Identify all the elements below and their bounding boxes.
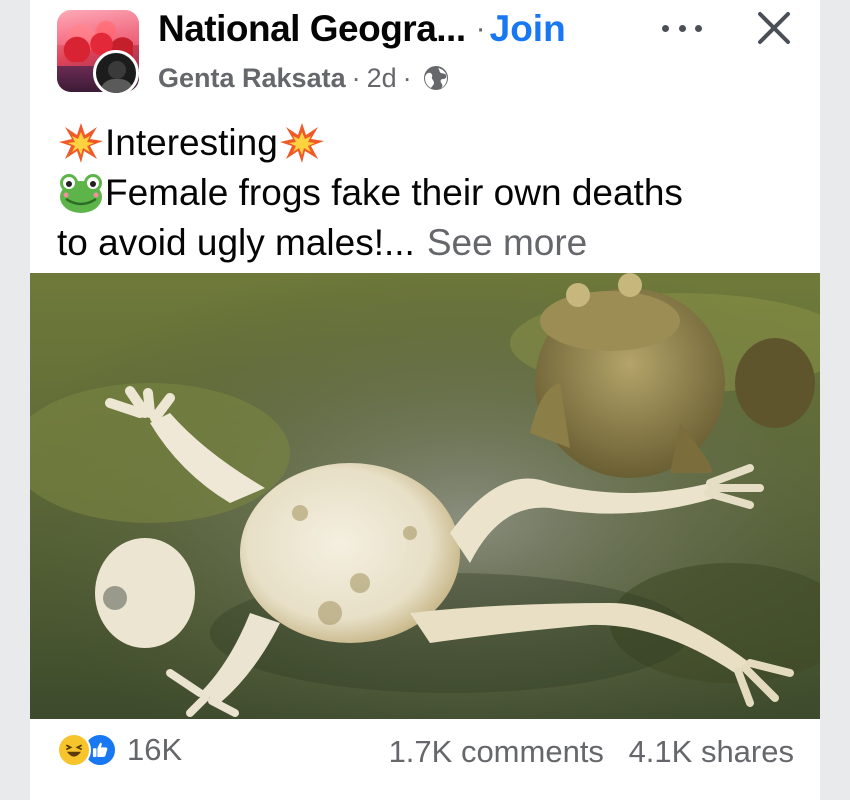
- join-button[interactable]: Join: [490, 8, 566, 50]
- reaction-count[interactable]: 16K: [127, 732, 182, 768]
- post-footer: 16K 1.7K comments 4.1K shares: [30, 722, 820, 784]
- post-meta-row: Genta Raksata · 2d ·: [158, 58, 450, 98]
- collision-emoji-icon: [59, 123, 103, 163]
- close-icon[interactable]: [752, 6, 796, 50]
- post-line-3: to avoid ugly males!...: [57, 222, 415, 263]
- post-time[interactable]: 2d: [367, 63, 397, 94]
- meta-dot: ·: [351, 62, 361, 93]
- post-text: Interesting Female frogs fake their own …: [57, 118, 797, 268]
- post-card: National Geogra... · Join Genta Raksata …: [30, 0, 820, 800]
- separator-dot: ·: [475, 12, 486, 45]
- see-more-link[interactable]: See more: [427, 218, 587, 268]
- post-title-row: National Geogra... · Join: [158, 6, 566, 52]
- post-image[interactable]: [30, 273, 820, 719]
- shares-count-link[interactable]: 4.1K shares: [629, 734, 794, 769]
- meta-dot: ·: [402, 62, 412, 93]
- group-name-link[interactable]: National Geogra...: [158, 8, 466, 50]
- avatar-group[interactable]: [57, 10, 143, 98]
- post-line-1: Interesting: [105, 122, 278, 163]
- frog-emoji-icon: [60, 174, 102, 213]
- globe-icon: [423, 66, 448, 90]
- haha-icon: [57, 733, 91, 767]
- comments-count-link[interactable]: 1.7K comments: [389, 734, 604, 769]
- author-name-link[interactable]: Genta Raksata: [158, 63, 346, 94]
- user-avatar[interactable]: [93, 50, 139, 96]
- collision-emoji-icon: [279, 123, 324, 163]
- post-line-2: Female frogs fake their own deaths: [105, 172, 683, 213]
- post-stats: 1.7K comments 4.1K shares: [389, 734, 794, 770]
- more-options-icon[interactable]: [658, 10, 706, 46]
- reactions-summary[interactable]: 16K: [57, 732, 182, 768]
